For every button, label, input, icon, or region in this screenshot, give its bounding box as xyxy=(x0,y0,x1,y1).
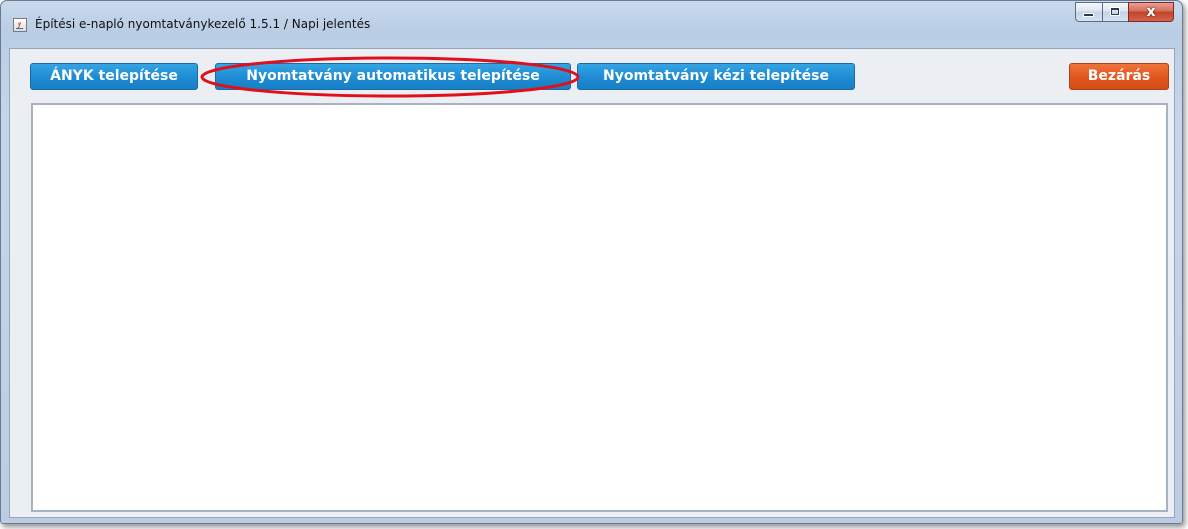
minimize-icon xyxy=(1084,14,1093,16)
java-app-icon[interactable] xyxy=(13,18,27,32)
title-bar[interactable]: Építési e-napló nyomtatványkezelő 1.5.1 … xyxy=(1,1,1182,41)
log-output-area[interactable] xyxy=(31,103,1168,512)
close-icon: x xyxy=(1146,4,1156,20)
close-button[interactable]: Bezárás xyxy=(1069,63,1169,90)
maximize-button[interactable] xyxy=(1102,2,1128,22)
window-controls: x xyxy=(1075,2,1174,23)
close-window-button[interactable]: x xyxy=(1128,2,1174,22)
minimize-button[interactable] xyxy=(1075,2,1102,22)
window-title: Építési e-napló nyomtatványkezelő 1.5.1 … xyxy=(35,17,371,31)
anyk-install-button[interactable]: ÁNYK telepítése xyxy=(30,63,198,90)
auto-install-form-button[interactable]: Nyomtatvány automatikus telepítése xyxy=(215,63,571,90)
maximize-icon xyxy=(1111,8,1119,15)
manual-install-form-button[interactable]: Nyomtatvány kézi telepítése xyxy=(577,63,855,90)
